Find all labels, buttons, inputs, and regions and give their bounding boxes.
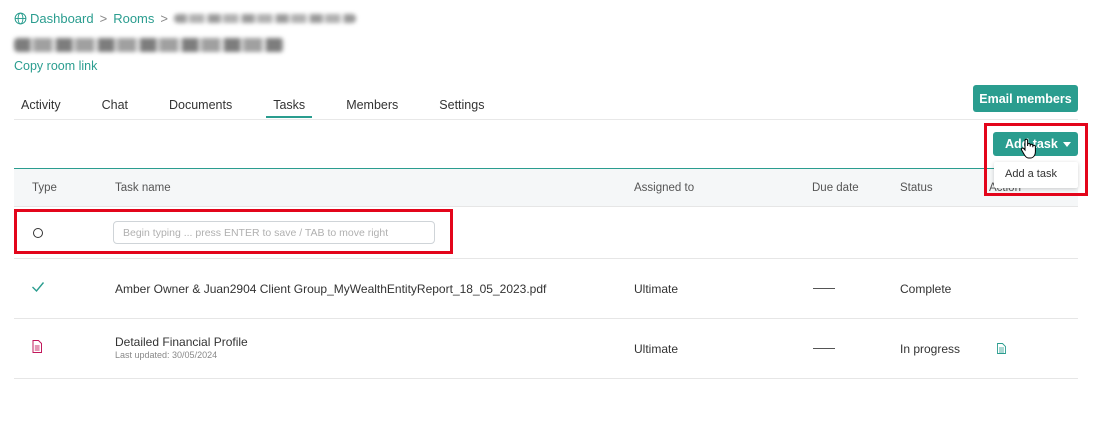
due-date-empty bbox=[813, 288, 835, 289]
highlight-box-add-task bbox=[984, 123, 1088, 196]
header-assigned-to: Assigned to bbox=[634, 182, 695, 194]
breadcrumb-dashboard-link[interactable]: Dashboard bbox=[30, 11, 94, 26]
breadcrumb-rooms-link[interactable]: Rooms bbox=[113, 11, 154, 26]
highlight-box-new-task bbox=[14, 209, 453, 254]
tab-activity[interactable]: Activity bbox=[14, 96, 68, 118]
tab-bar: Activity Chat Documents Tasks Members Se… bbox=[14, 96, 491, 120]
email-members-button[interactable]: Email members bbox=[973, 85, 1078, 112]
header-due-date: Due date bbox=[812, 182, 859, 194]
header-status: Status bbox=[900, 182, 933, 194]
assigned-to: Ultimate bbox=[634, 342, 679, 356]
assigned-to: Ultimate bbox=[634, 282, 679, 296]
checkmark-icon bbox=[32, 282, 45, 293]
status-text: In progress bbox=[900, 342, 961, 356]
page-title bbox=[14, 38, 284, 54]
due-date-empty bbox=[813, 348, 835, 349]
tab-documents[interactable]: Documents bbox=[162, 96, 239, 118]
copy-room-link[interactable]: Copy room link bbox=[14, 59, 97, 73]
room-title-redacted bbox=[14, 38, 284, 52]
tab-settings[interactable]: Settings bbox=[432, 96, 491, 118]
document-icon bbox=[32, 340, 42, 353]
header-type: Type bbox=[32, 182, 57, 194]
breadcrumb-separator: > bbox=[99, 10, 108, 26]
breadcrumb-separator: > bbox=[160, 10, 168, 26]
tab-tasks[interactable]: Tasks bbox=[266, 96, 313, 118]
tab-members[interactable]: Members bbox=[339, 96, 405, 118]
breadcrumb-room-name-redacted bbox=[173, 13, 356, 23]
tab-chat[interactable]: Chat bbox=[95, 96, 135, 118]
task-name[interactable]: Detailed Financial Profile bbox=[115, 335, 248, 349]
row-divider bbox=[14, 318, 1078, 319]
row-divider bbox=[14, 258, 1078, 259]
task-name[interactable]: Amber Owner & Juan2904 Client Group_MyWe… bbox=[115, 282, 546, 296]
tabs-divider bbox=[14, 119, 1078, 120]
document-icon[interactable] bbox=[997, 343, 1006, 354]
last-updated: Last updated: 30/05/2024 bbox=[115, 350, 218, 360]
status-text: Complete bbox=[900, 282, 952, 296]
globe-icon bbox=[14, 12, 27, 24]
breadcrumb: Dashboard > Rooms > bbox=[14, 10, 356, 26]
row-divider bbox=[14, 378, 1078, 379]
header-task-name: Task name bbox=[115, 182, 171, 194]
